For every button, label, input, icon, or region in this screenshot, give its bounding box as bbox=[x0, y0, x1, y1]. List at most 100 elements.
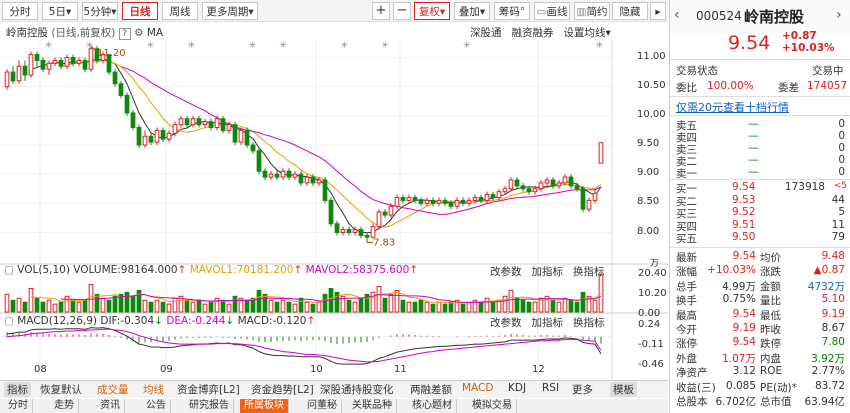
volume-bar bbox=[502, 295, 508, 313]
level-volume: 11 bbox=[831, 218, 845, 231]
hide-button[interactable]: 隐藏 bbox=[612, 2, 648, 20]
level-price: — bbox=[748, 118, 759, 130]
price-tick-label: 10.00 bbox=[637, 108, 666, 120]
edit-params-link[interactable]: 改参数 bbox=[490, 317, 522, 329]
quote-label: 今开 bbox=[676, 324, 697, 336]
candle-body bbox=[508, 179, 514, 190]
overlay-button[interactable]: 叠加▾ bbox=[454, 2, 490, 20]
chevron-down-icon: ▾ bbox=[605, 27, 611, 39]
bottom-tab[interactable]: 关联品种 bbox=[348, 399, 397, 413]
quote-value: 9.54 bbox=[732, 336, 756, 349]
capital-trend-tab[interactable]: 资金趋势[L2] bbox=[251, 382, 314, 397]
stock-code: 000524 bbox=[696, 9, 742, 23]
simple-mode-button[interactable]: ▥简约 bbox=[574, 2, 610, 20]
period-tab-5day[interactable]: 5日▾ bbox=[42, 2, 78, 20]
quote-value: 7.80 bbox=[821, 336, 845, 349]
bottom-tab[interactable]: 分时 bbox=[4, 399, 33, 413]
zoom-out-button[interactable]: − bbox=[393, 2, 411, 20]
bottom-tab[interactable]: 问董秘 bbox=[303, 399, 342, 413]
bottom-tab[interactable]: 资讯 bbox=[96, 399, 125, 413]
candle-body bbox=[238, 129, 244, 143]
hk-holding-tab[interactable]: 深股通持股变化 bbox=[320, 382, 394, 397]
hk-connect-link[interactable]: 深股通 bbox=[470, 27, 502, 39]
quote-value: 2.77% bbox=[811, 365, 845, 378]
chevron-right-icon[interactable]: › bbox=[836, 7, 842, 23]
candle-body bbox=[64, 57, 70, 67]
switch-indicator-link[interactable]: 换指标 bbox=[573, 317, 605, 329]
volume-bar bbox=[406, 301, 412, 313]
period-tab-more[interactable]: 更多周期▾ bbox=[202, 2, 258, 20]
adjust-price-button[interactable]: 复权▾ bbox=[414, 2, 450, 20]
margin-trading-link[interactable]: 融资融券 bbox=[512, 27, 554, 39]
candle-body bbox=[460, 199, 466, 204]
edit-params-link[interactable]: 改参数 bbox=[490, 266, 522, 278]
candle-body bbox=[214, 118, 220, 128]
event-marker-icon: ✳ bbox=[147, 41, 155, 51]
volume-bar bbox=[202, 303, 208, 313]
candle-body bbox=[586, 199, 592, 210]
period-tab-daily[interactable]: 日线 bbox=[122, 2, 158, 20]
zoom-in-button[interactable]: + bbox=[372, 2, 390, 20]
event-marker-icon: ✳ bbox=[381, 41, 389, 51]
month-tick-label: 09 bbox=[160, 364, 173, 375]
collapse-icon[interactable]: ▢ bbox=[4, 264, 14, 276]
template-tab[interactable]: 模板 bbox=[610, 382, 637, 397]
month-tick-label: 10 bbox=[310, 364, 323, 375]
bottom-tab[interactable]: 公告 bbox=[142, 399, 171, 413]
period-tab-5min[interactable]: 5分钟▾ bbox=[82, 2, 118, 20]
candle-body bbox=[490, 194, 496, 198]
candle-body bbox=[394, 197, 400, 207]
candle-body bbox=[76, 59, 82, 64]
bottom-tab[interactable]: 模拟交易 bbox=[468, 399, 517, 413]
quote-row: 总股本 6.702亿 总市值 63.94亿 bbox=[670, 394, 850, 409]
level-volume: 5 bbox=[838, 206, 845, 218]
bottom-tab[interactable]: 研究报告 bbox=[185, 399, 234, 413]
switch-indicator-link[interactable]: 换指标 bbox=[573, 266, 605, 278]
ten-level-link[interactable]: 仅需20元查看十档行情 bbox=[676, 99, 789, 115]
period-tab-intraday[interactable]: 分时 bbox=[2, 2, 38, 20]
chevron-left-icon[interactable]: ‹ bbox=[674, 7, 680, 23]
expand-right-button[interactable]: ▸ bbox=[650, 2, 666, 20]
add-indicator-link[interactable]: 加指标 bbox=[532, 317, 564, 329]
bid-row[interactable]: 买五 9.50 79 bbox=[670, 231, 850, 246]
margin-diff-tab[interactable]: 两融差额 bbox=[410, 382, 452, 397]
ma-settings-link[interactable]: 设置均线 bbox=[564, 27, 606, 39]
kdj-tab[interactable]: KDJ bbox=[508, 382, 526, 394]
ma-tab[interactable]: 均线 bbox=[143, 382, 164, 397]
candle-body bbox=[280, 170, 286, 178]
draw-line-button[interactable]: ▭画线 bbox=[534, 2, 570, 20]
level-price: 9.50 bbox=[732, 231, 756, 243]
gear-icon[interactable]: ⚙ bbox=[134, 27, 143, 39]
macd-tab[interactable]: MACD bbox=[462, 382, 493, 394]
volume-bar bbox=[346, 299, 352, 313]
quote-row: 今开 9.19 昨收 8.67 bbox=[670, 322, 850, 337]
volume-bar bbox=[52, 303, 58, 313]
volume-tab[interactable]: 成交量 bbox=[97, 382, 129, 397]
add-indicator-link[interactable]: 加指标 bbox=[532, 266, 564, 278]
bottom-tab[interactable]: 走势 bbox=[50, 399, 79, 413]
candle-body bbox=[496, 191, 502, 199]
macd-header: ▢ MACD(12,26,9) DIF:-0.304↓ DEA:-0.244↓ … bbox=[4, 315, 315, 327]
volume-bar bbox=[388, 293, 394, 313]
period-tab-weekly[interactable]: 周线 bbox=[162, 2, 198, 20]
help-icon[interactable]: ? bbox=[118, 28, 131, 40]
volume-bar bbox=[220, 299, 226, 313]
candle-body bbox=[538, 182, 544, 190]
bottom-tab-active[interactable]: 所属板块 bbox=[240, 399, 289, 413]
quote-value: 4.99万 bbox=[722, 280, 756, 293]
chips-button[interactable]: 筹码° bbox=[494, 2, 530, 20]
quote-label: 量比 bbox=[760, 295, 781, 308]
candle-body bbox=[166, 132, 172, 140]
capital-game-tab[interactable]: 资金博弈[L2] bbox=[177, 382, 240, 397]
more-tab[interactable]: 更多 bbox=[572, 382, 593, 397]
ma-indicator-label[interactable]: MA bbox=[147, 27, 163, 39]
restore-default-tab[interactable]: 恢复默认 bbox=[40, 382, 82, 397]
bottom-tab[interactable]: 核心题材 bbox=[408, 399, 457, 413]
rsi-tab[interactable]: RSI bbox=[542, 382, 559, 394]
volume-bar bbox=[430, 303, 436, 313]
quote-value: 3.12 bbox=[732, 365, 756, 378]
chart-mode: (日线,前复权) bbox=[51, 27, 116, 39]
candle-body bbox=[232, 124, 238, 143]
collapse-icon[interactable]: ▢ bbox=[4, 315, 14, 327]
chart-area[interactable]: 分时 5日▾ 5分钟▾ 日线 周线 更多周期▾ + − 复权▾ 叠加▾ 筹码° … bbox=[0, 0, 668, 413]
